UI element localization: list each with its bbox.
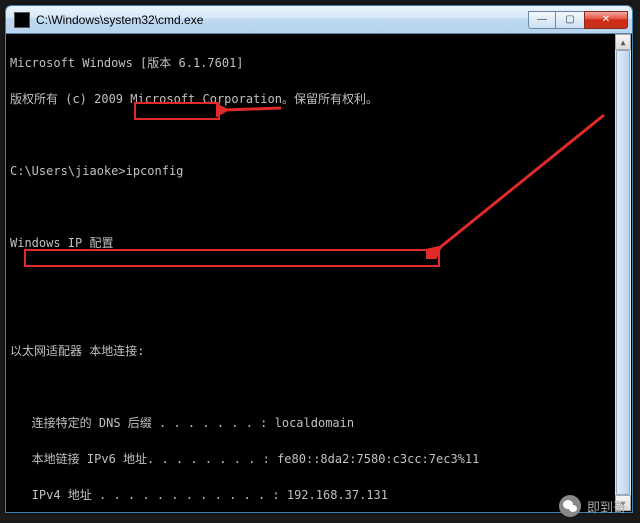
close-button[interactable]: ✕: [584, 11, 628, 29]
line-blank: [10, 126, 628, 144]
cmd-icon: [14, 12, 30, 28]
watermark-text: 即到哥: [587, 497, 626, 516]
adapter-1-ipv4: IPv4 地址 . . . . . . . . . . . . : 192.16…: [10, 486, 628, 504]
adapter-1-title: 以太网适配器 本地连接:: [10, 342, 628, 360]
window-controls: — ▢ ✕: [528, 11, 628, 29]
line-copyright: 版权所有 (c) 2009 Microsoft Corporation。保留所有…: [10, 90, 628, 108]
line-blank: [10, 378, 628, 396]
cmd-window: C:\Windows\system32\cmd.exe — ▢ ✕ Micros…: [5, 5, 633, 513]
watermark: 即到哥: [559, 495, 626, 517]
scroll-thumb[interactable]: [616, 50, 630, 495]
window-title: C:\Windows\system32\cmd.exe: [36, 13, 528, 27]
wechat-icon: [559, 495, 581, 517]
typed-command: ipconfig: [126, 164, 184, 178]
terminal-output[interactable]: Microsoft Windows [版本 6.1.7601] 版权所有 (c)…: [6, 34, 632, 512]
maximize-button[interactable]: ▢: [556, 11, 584, 29]
line-header: Microsoft Windows [版本 6.1.7601]: [10, 54, 628, 72]
adapter-1-dns-suffix: 连接特定的 DNS 后缀 . . . . . . . : localdomain: [10, 414, 628, 432]
line-prompt-1: C:\Users\jiaoke>ipconfig: [10, 162, 628, 180]
line-blank: [10, 198, 628, 216]
line-blank: [10, 270, 628, 288]
adapter-1-link-local-ipv6: 本地链接 IPv6 地址. . . . . . . . : fe80::8da2…: [10, 450, 628, 468]
line-blank: [10, 306, 628, 324]
vertical-scrollbar[interactable]: ▲ ▼: [615, 34, 631, 511]
scroll-up-button[interactable]: ▲: [615, 34, 631, 50]
minimize-button[interactable]: —: [528, 11, 556, 29]
scroll-track[interactable]: [615, 50, 631, 495]
titlebar[interactable]: C:\Windows\system32\cmd.exe — ▢ ✕: [6, 6, 632, 34]
line-ipconfig-title: Windows IP 配置: [10, 234, 628, 252]
